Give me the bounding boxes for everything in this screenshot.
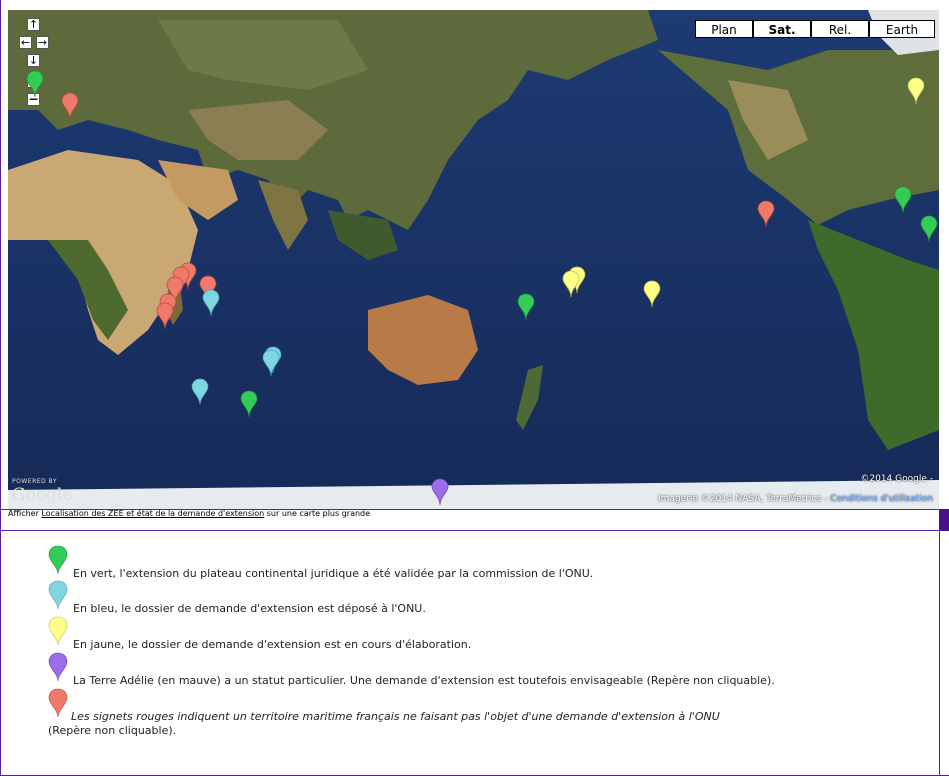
green-map-marker-icon[interactable] [894,186,912,214]
map-type-earth-button[interactable]: Earth [869,20,935,38]
green-marker-icon [48,545,68,575]
larger-map-link[interactable]: Localisation des ZEE et état de la deman… [41,509,264,518]
larger-map-prefix: Afficher [8,509,39,518]
legend-red: Les signets rouges indiquent un territoi… [48,688,848,738]
map-copyright: ©2014 Google - [860,474,933,484]
yellow-map-marker-icon[interactable] [562,270,580,298]
map-type-plan-button[interactable]: Plan [695,20,753,38]
google-logo[interactable]: POWERED BY Google [12,478,72,505]
green-map-marker-icon[interactable] [517,293,535,321]
green-map-marker-icon[interactable] [240,390,258,418]
pan-up-button[interactable]: ↑ [27,18,40,31]
google-wordmark: Google [12,485,73,505]
legend-blue-text: En bleu, le dossier de demande d'extensi… [73,602,426,615]
legend-red-text: Les signets rouges indiquent un territoi… [71,710,720,723]
larger-map-link-line: Afficher Localisation des ZEE et état de… [8,509,370,518]
pan-down-button[interactable]: ↓ [27,54,40,67]
imagery-attribution: Imagerie ©2014 NASA, TerraMetrics - Cond… [658,494,933,504]
pan-right-button[interactable]: → [36,36,49,49]
blue-marker-icon [48,580,68,610]
legend-green-text: En vert, l'extension du plateau continen… [73,567,594,580]
map-type-satellite-button[interactable]: Sat. [753,20,811,38]
legend-red-note: (Repère non cliquable). [48,724,177,737]
green-map-marker-icon[interactable] [920,215,938,243]
blue-map-marker-icon[interactable] [262,349,280,377]
pan-left-button[interactable]: ← [19,36,32,49]
satellite-map[interactable]: ↑ ← → ↓ + − Plan Sat. Rel. Earth POWERED… [8,10,939,509]
yellow-map-marker-icon[interactable] [643,280,661,308]
blue-map-marker-icon[interactable] [191,378,209,406]
yellow-marker-icon [48,616,68,646]
legend-blue: En bleu, le dossier de demande d'extensi… [48,580,848,615]
purple-marker-icon [48,652,68,682]
blue-map-marker-icon[interactable] [202,289,220,317]
yellow-map-marker-icon[interactable] [907,77,925,105]
world-map-imagery [8,10,939,509]
purple-map-marker-icon [431,478,449,506]
powered-by-label: POWERED BY [12,478,58,485]
red-map-marker-icon [61,92,79,120]
larger-map-suffix: sur une carte plus grande [266,509,371,518]
red-marker-icon [48,688,68,718]
red-map-marker-icon [156,302,174,330]
legend-purple: La Terre Adélie (en mauve) a un statut p… [48,652,848,687]
legend-yellow-text: En jaune, le dossier de demande d'extens… [73,638,472,651]
terms-of-use-link[interactable]: Conditions d'utilisation [830,494,933,504]
green-map-marker-icon[interactable] [26,70,44,98]
legend-green: En vert, l'extension du plateau continen… [48,545,848,580]
map-type-relief-button[interactable]: Rel. [811,20,869,38]
purple-bar [939,509,949,531]
red-map-marker-icon [757,200,775,228]
legend-yellow: En jaune, le dossier de demande d'extens… [48,616,848,651]
legend-purple-text: La Terre Adélie (en mauve) a un statut p… [73,674,775,687]
imagery-credit: Imagerie ©2014 NASA, TerraMetrics - [658,494,828,504]
